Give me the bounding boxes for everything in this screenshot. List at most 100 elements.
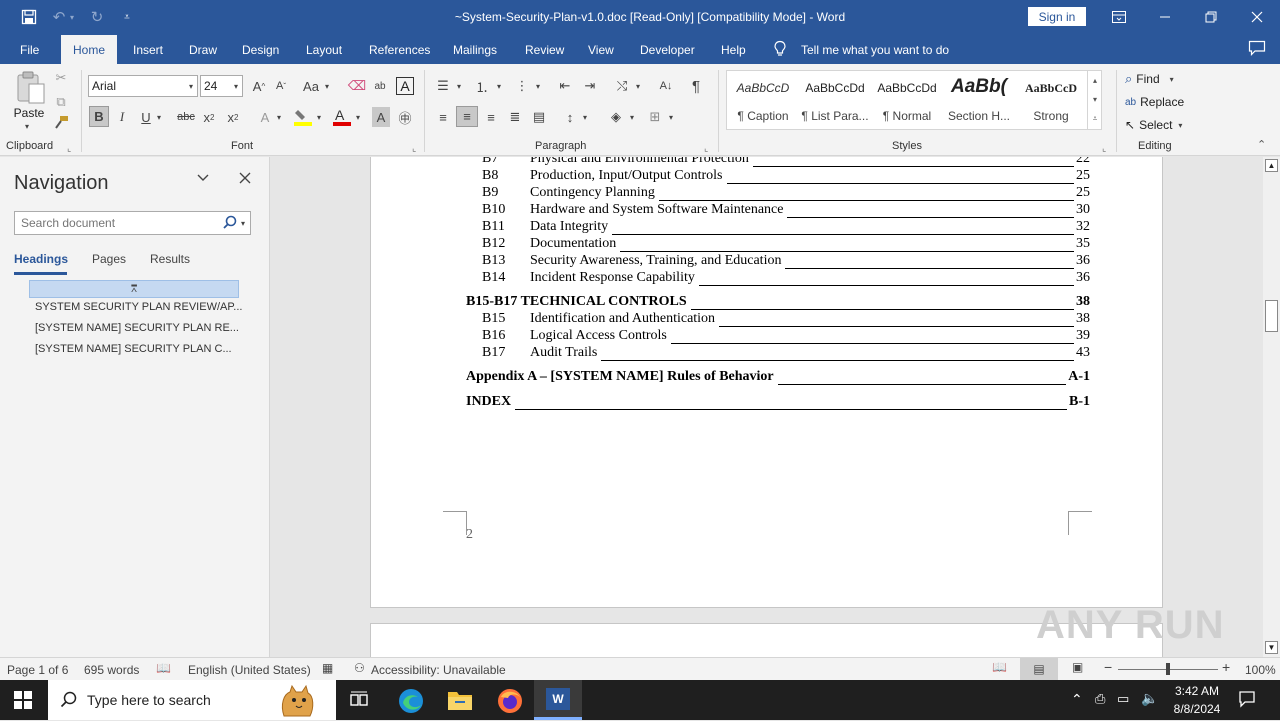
numbering-dropdown-icon[interactable]: ▾ [497,82,501,91]
style-caption[interactable]: AaBbCcD ¶ Caption [727,71,799,129]
nav-heading-item[interactable]: SYSTEM SECURITY PLAN REVIEW/AP... [35,301,245,313]
windows-start-icon[interactable] [14,691,32,712]
toc-row[interactable]: Appendix A – [SYSTEM NAME] Rules of Beha… [371,369,1164,387]
replace-button[interactable]: ab Replace [1125,93,1184,111]
word-count[interactable]: 695 words [84,663,139,677]
italic-icon[interactable]: I [113,107,131,127]
pane-options-icon[interactable] [196,171,210,188]
highlight-dropdown-icon[interactable]: ▾ [317,113,321,122]
scroll-up-icon[interactable]: ▴ [1088,71,1102,90]
highlight-color-icon[interactable] [292,107,314,127]
bold-icon[interactable]: B [89,106,109,127]
tab-view[interactable]: View [586,35,616,64]
sort-icon[interactable]: A↓ [656,76,676,96]
tab-layout[interactable]: Layout [304,35,344,64]
tell-me-search[interactable]: Tell me what you want to do [799,35,951,64]
shading-icon[interactable]: ◈ [606,107,626,127]
styles-launcher-icon[interactable]: ⌞ [1102,143,1106,154]
toc-row[interactable]: B12 Documentation 35 [371,236,1164,254]
edge-icon[interactable] [398,688,424,717]
tab-design[interactable]: Design [240,35,281,64]
scroll-up-arrow-icon[interactable]: ▲ [1265,159,1278,172]
text-direction-icon[interactable]: ⤭ [612,76,632,96]
style-normal[interactable]: AaBbCcDd ¶ Normal [871,71,943,129]
tab-draw[interactable]: Draw [187,35,219,64]
style-section-heading[interactable]: AaBb( Section H... [943,71,1015,129]
toc-row[interactable]: B14 Incident Response Capability 36 [371,270,1164,288]
print-layout-icon[interactable]: ▤ [1020,658,1058,680]
collapse-ribbon-icon[interactable]: ⌃ [1257,138,1266,151]
subscript-icon[interactable]: x2 [200,107,218,127]
justify-icon[interactable]: ≣ [505,107,525,127]
accessibility-icon[interactable]: ⚇ [354,661,365,675]
show-formatting-marks-icon[interactable]: ¶ [686,76,706,96]
device-icon[interactable]: ⎙ [1095,691,1105,707]
font-size-select[interactable]: 24 ▾ [200,75,243,97]
web-layout-icon[interactable]: ▣ [1072,660,1088,674]
toc-row[interactable]: B8 Production, Input/Output Controls 25 [371,168,1164,186]
search-icon[interactable] [223,215,237,232]
network-icon[interactable]: ▭ [1117,691,1129,707]
tab-headings[interactable]: Headings [14,252,68,266]
show-hidden-icons-icon[interactable]: ⌃ [1071,691,1083,708]
chevron-down-icon[interactable]: ▾ [241,219,245,228]
decrease-indent-icon[interactable]: ⇤ [555,76,575,96]
redo-icon[interactable]: ↻ [86,7,108,27]
text-direction-dropdown-icon[interactable]: ▾ [636,82,640,91]
nav-heading-item[interactable]: [SYSTEM NAME] SECURITY PLAN RE... [35,322,245,334]
styles-scroll[interactable]: ▴ ▾ ⩡ [1087,71,1102,129]
tab-file[interactable]: File [18,35,41,64]
search-input[interactable] [15,212,215,234]
distributed-icon[interactable]: ▤ [529,107,549,127]
scroll-down-arrow-icon[interactable]: ▼ [1265,641,1278,654]
phonetic-guide-icon[interactable]: ab [371,76,389,96]
page-count[interactable]: Page 1 of 6 [7,663,68,677]
tab-review[interactable]: Review [523,35,566,64]
undo-dropdown-icon[interactable]: ▾ [66,7,78,27]
tab-insert[interactable]: Insert [131,35,165,64]
search-document-field[interactable]: ▾ [14,211,251,235]
multilevel-list-icon[interactable]: ⋮ [512,76,532,96]
shading-dropdown-icon[interactable]: ▾ [630,113,634,122]
toc-row[interactable]: B9 Contingency Planning 25 [371,185,1164,203]
zoom-level[interactable]: 100% [1245,663,1276,677]
scroll-thumb[interactable] [1265,300,1278,332]
borders-dropdown-icon[interactable]: ▾ [669,113,673,122]
toc-row[interactable]: B15-B17 TECHNICAL CONTROLS 38 [371,294,1164,312]
align-left-icon[interactable]: ≡ [433,107,453,127]
toc-row[interactable]: B10 Hardware and System Software Maintena… [371,202,1164,220]
style-list-paragraph[interactable]: AaBbCcDd ¶ List Para... [799,71,871,129]
font-name-select[interactable]: Arial ▾ [88,75,198,97]
tab-references[interactable]: References [367,35,432,64]
font-color-icon[interactable]: A [331,107,353,127]
shrink-font-icon[interactable]: Aˇ [272,76,290,96]
text-effects-dropdown-icon[interactable]: ▾ [277,113,281,122]
scroll-down-icon[interactable]: ▾ [1088,90,1102,109]
line-spacing-icon[interactable]: ↕ [560,107,580,127]
tab-mailings[interactable]: Mailings [451,35,499,64]
toc-row[interactable]: INDEX B-1 [371,394,1164,412]
vertical-scrollbar[interactable]: ▲ ▼ [1263,157,1280,657]
text-effects-icon[interactable]: A [256,107,274,127]
tab-home[interactable]: Home [61,35,118,64]
tab-results[interactable]: Results [150,252,190,266]
change-case-dropdown-icon[interactable]: ▾ [325,82,329,91]
minimize-icon[interactable] [1142,0,1188,33]
file-explorer-icon[interactable] [447,689,473,714]
close-pane-icon[interactable] [238,171,252,188]
toc-row[interactable]: B11 Data Integrity 32 [371,219,1164,237]
firefox-icon[interactable] [497,688,523,717]
character-shading-icon[interactable]: A [372,107,390,127]
grow-font-icon[interactable]: A ^ [250,76,268,96]
task-view-icon[interactable] [349,690,369,713]
format-painter-icon[interactable] [52,114,70,134]
paragraph-launcher-icon[interactable]: ⌞ [704,143,708,154]
zoom-in-icon[interactable]: + [1222,659,1230,675]
font-color-dropdown-icon[interactable]: ▾ [356,113,360,122]
zoom-out-icon[interactable]: − [1104,659,1112,675]
document-page[interactable]: B6Personnel Security20B7Physical and Env… [370,157,1163,608]
clipboard-launcher-icon[interactable]: ⌞ [67,143,71,154]
copy-icon[interactable]: ⧉ [52,92,70,112]
language-indicator[interactable]: English (United States) [188,663,311,677]
enclose-characters-icon[interactable]: ㊥ [396,107,414,127]
